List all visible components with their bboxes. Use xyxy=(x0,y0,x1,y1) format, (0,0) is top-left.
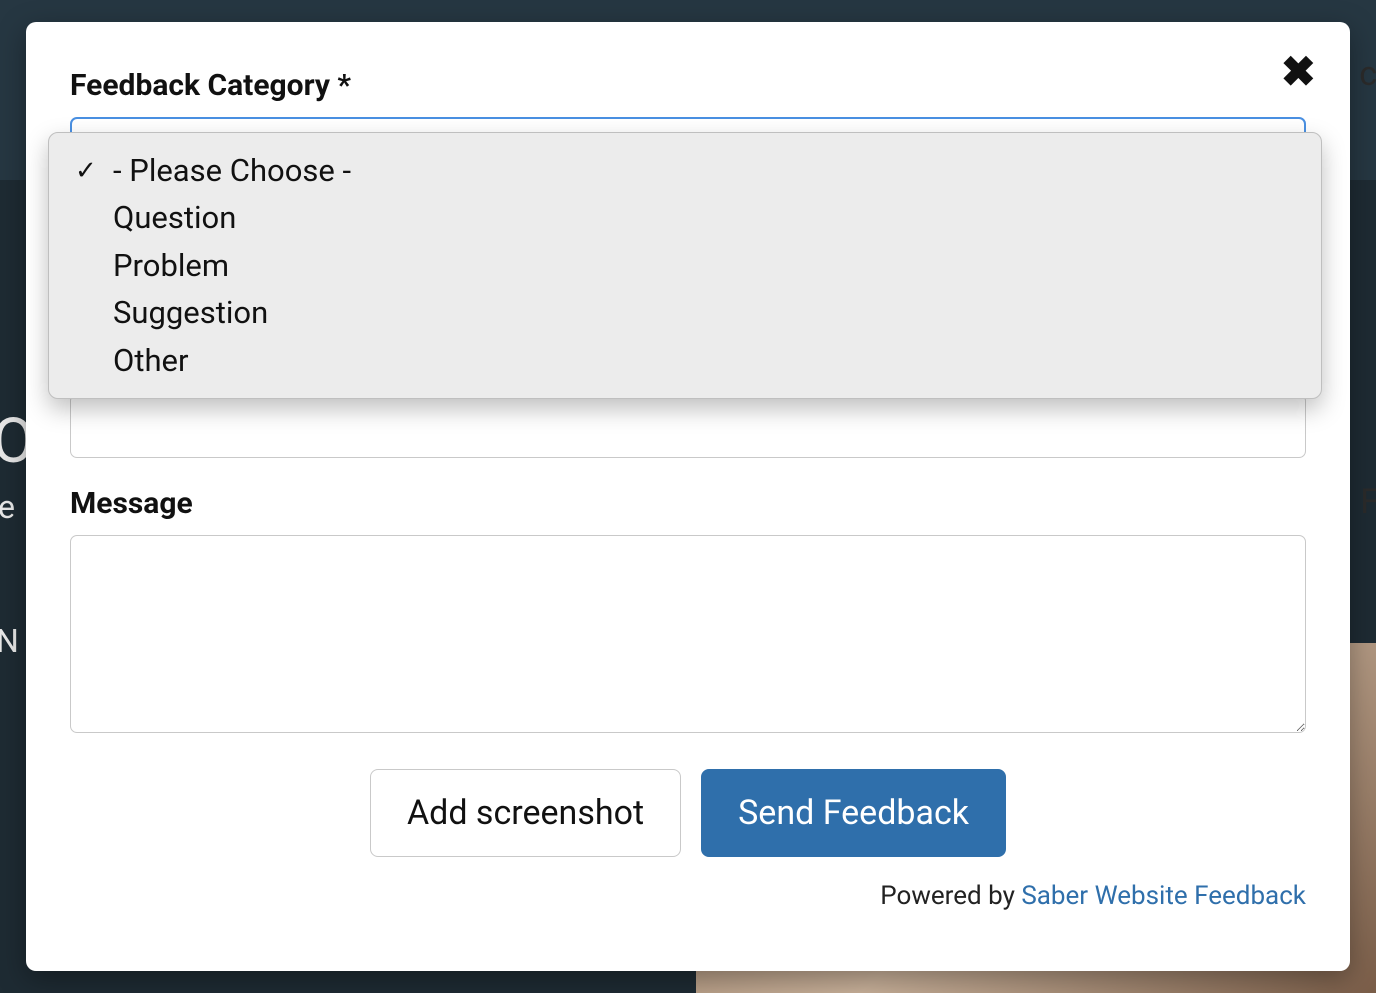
feedback-modal: ✖ Feedback Category * - Please Choose - … xyxy=(26,22,1350,971)
powered-by-prefix: Powered by xyxy=(880,881,1021,911)
dropdown-option-question[interactable]: Question xyxy=(49,194,1321,241)
button-row: Add screenshot Send Feedback xyxy=(70,769,1306,857)
dropdown-option-label: - Please Choose - xyxy=(113,149,351,192)
message-label: Message xyxy=(70,486,1306,521)
dropdown-option-label: Problem xyxy=(113,244,229,287)
page-topbar xyxy=(0,0,1376,20)
bg-text-fragment: e xyxy=(0,488,16,526)
feedback-category-dropdown: ✓ - Please Choose - Question Problem Sug… xyxy=(48,132,1322,399)
dropdown-option-other[interactable]: Other xyxy=(49,337,1321,384)
feedback-category-label: Feedback Category * xyxy=(70,68,1306,103)
send-feedback-button[interactable]: Send Feedback xyxy=(701,769,1006,857)
bg-text-fragment: c xyxy=(1359,54,1376,94)
dropdown-option-label: Suggestion xyxy=(113,291,268,334)
add-screenshot-button[interactable]: Add screenshot xyxy=(370,769,681,857)
powered-by: Powered by Saber Website Feedback xyxy=(70,881,1306,911)
powered-by-link[interactable]: Saber Website Feedback xyxy=(1021,881,1306,911)
check-icon: ✓ xyxy=(75,152,97,188)
email-field[interactable] xyxy=(70,394,1306,458)
close-icon[interactable]: ✖ xyxy=(1281,52,1316,94)
bg-text-fragment: N xyxy=(0,622,20,660)
dropdown-option-label: Other xyxy=(113,339,189,382)
message-field[interactable] xyxy=(70,535,1306,733)
bg-text-fragment: F xyxy=(1360,482,1376,522)
dropdown-option-label: Question xyxy=(113,196,236,239)
dropdown-option-please-choose[interactable]: ✓ - Please Choose - xyxy=(49,147,1321,194)
dropdown-option-problem[interactable]: Problem xyxy=(49,242,1321,289)
dropdown-option-suggestion[interactable]: Suggestion xyxy=(49,289,1321,336)
